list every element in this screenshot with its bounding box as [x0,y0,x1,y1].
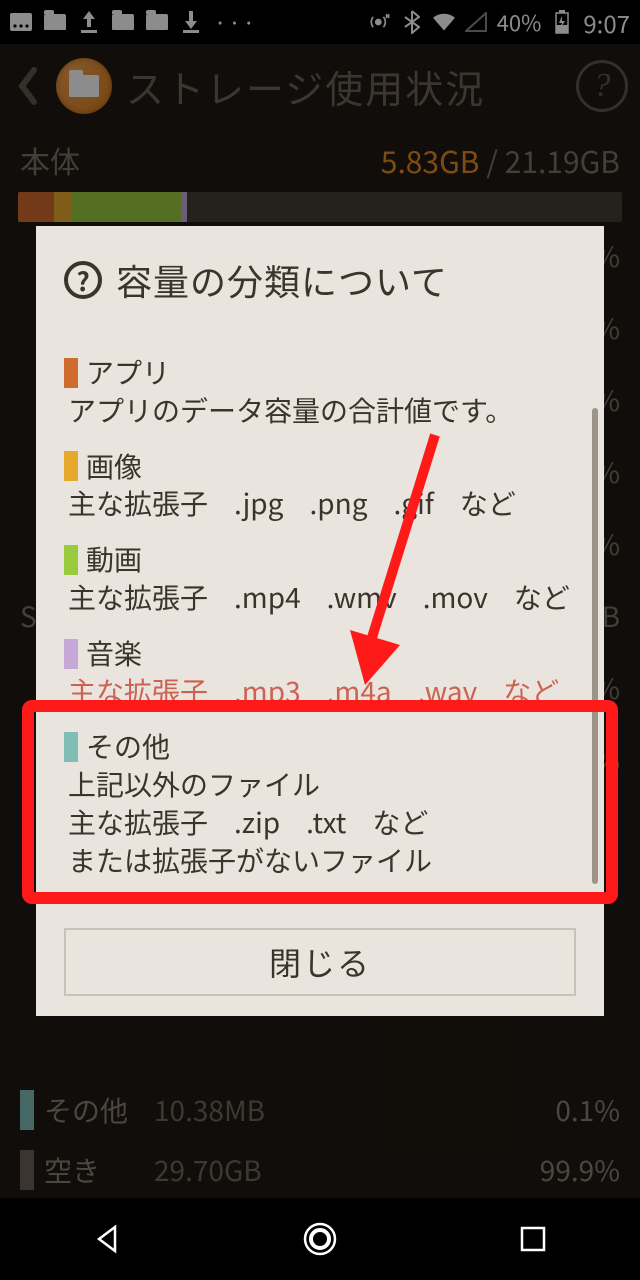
navigation-bar [0,1198,640,1280]
nav-back-button[interactable] [77,1209,137,1269]
dialog-title: 容量の分類について [116,254,448,306]
swatch-other-dialog [64,732,78,762]
scrollbar[interactable] [592,408,598,884]
swatch-app [64,358,78,388]
swatch-image [64,451,78,481]
dialog-body[interactable]: アプリ アプリのデータ容量の合計値です。 画像 主な拡張子 .jpg .png … [36,328,604,914]
swatch-music [64,639,78,669]
category-video: 動画 主な拡張子 .mp4 .wmv .mov など [64,541,576,617]
category-help-dialog: ? 容量の分類について アプリ アプリのデータ容量の合計値です。 画像 主な拡張… [36,226,604,1016]
category-image: 画像 主な拡張子 .jpg .png .gif など [64,448,576,524]
close-button[interactable]: 閉じる [64,928,576,996]
nav-recents-button[interactable] [503,1209,563,1269]
question-icon: ? [64,261,102,299]
swatch-video [64,545,78,575]
category-app: アプリ アプリのデータ容量の合計値です。 [64,354,576,430]
category-music: 音楽 主な拡張子 .mp3 .m4a .wav など [64,635,576,711]
nav-home-button[interactable] [290,1209,350,1269]
category-other: その他 上記以外のファイル 主な拡張子 .zip .txt など または拡張子が… [64,728,576,879]
